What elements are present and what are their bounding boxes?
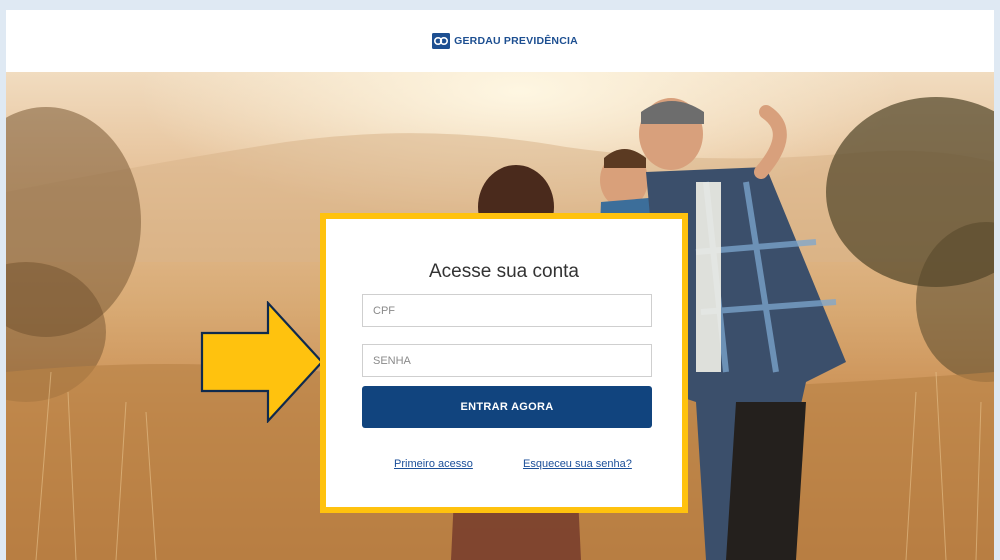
- brand-name: GERDAU PREVIDÊNCIA: [454, 35, 578, 47]
- cpf-input[interactable]: [362, 294, 652, 327]
- login-button[interactable]: ENTRAR AGORA: [362, 386, 652, 428]
- site-header: GERDAU PREVIDÊNCIA: [6, 10, 994, 72]
- login-card: Acesse sua conta ENTRAR AGORA Primeiro a…: [320, 213, 688, 513]
- forgot-password-link[interactable]: Esqueceu sua senha?: [523, 458, 632, 470]
- password-input[interactable]: [362, 344, 652, 377]
- arrow-right-icon: [200, 301, 324, 423]
- chain-link-icon: [432, 33, 451, 49]
- login-title: Acesse sua conta: [429, 261, 579, 282]
- brand-logo[interactable]: GERDAU PREVIDÊNCIA: [432, 33, 578, 49]
- first-access-link[interactable]: Primeiro acesso: [394, 458, 473, 470]
